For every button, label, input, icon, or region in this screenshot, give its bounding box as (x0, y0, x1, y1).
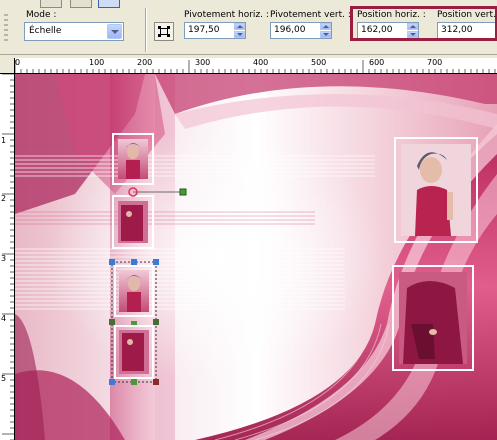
horizontal-ruler[interactable]: 0 100 200 300 400 500 600 700 (15, 58, 497, 74)
thumbnail-frame[interactable] (114, 325, 154, 379)
ruler-h-label: 600 (369, 58, 385, 67)
tool-options-palette: Mode : Échelle Pivotement horiz. : 197,5… (0, 0, 497, 55)
spin-down-icon[interactable] (320, 31, 331, 38)
ruler-h-label: 0 (15, 58, 21, 67)
spin-up-icon[interactable] (320, 23, 331, 30)
spin-down-icon[interactable] (234, 31, 245, 38)
pivot-anchor-button[interactable] (154, 22, 174, 41)
ruler-corner (0, 58, 15, 74)
ruler-v-label: 2 (1, 194, 7, 203)
photo-frame-portrait[interactable] (394, 137, 478, 243)
mode-select[interactable]: Échelle (24, 22, 124, 41)
ruler-h-label: 200 (137, 58, 153, 67)
separator (145, 8, 147, 52)
ruler-v-label: 5 (1, 374, 7, 383)
artwork (15, 74, 497, 440)
preset-button[interactable] (40, 0, 62, 8)
thumbnail-frame[interactable] (114, 265, 154, 317)
spin-up-icon[interactable] (234, 23, 245, 30)
pivot-v-input[interactable]: 196,00 (270, 22, 332, 39)
chevron-down-icon[interactable] (107, 24, 122, 39)
ruler-h-label: 500 (311, 58, 327, 67)
ruler-v-label: 1 (1, 136, 7, 145)
position-highlight-frame (350, 6, 497, 41)
pivot-h-input[interactable]: 197,50 (184, 22, 246, 39)
pivot-v-label: Pivotement vert. : (270, 10, 351, 20)
vertical-ruler[interactable]: 1 2 3 4 5 (0, 74, 15, 440)
ruler-v-label: 3 (1, 254, 7, 263)
ruler-h-label: 100 (89, 58, 105, 67)
image-canvas[interactable] (15, 74, 497, 440)
mode-select-value: Échelle (29, 26, 62, 36)
ruler-h-label: 300 (195, 58, 211, 67)
reset-button[interactable] (70, 0, 92, 8)
thumbnail-frame[interactable] (112, 195, 154, 249)
mode-label: Mode : (26, 10, 57, 20)
pivot-h-label: Pivotement horiz. : (184, 10, 269, 20)
photo-frame-figure[interactable] (392, 265, 474, 371)
pivot-h-value: 197,50 (188, 25, 220, 35)
palette-grip[interactable] (0, 0, 12, 55)
ruler-v-label: 4 (1, 314, 7, 323)
options-button[interactable] (98, 0, 120, 8)
pivot-v-value: 196,00 (274, 25, 306, 35)
ruler-h-label: 700 (427, 58, 443, 67)
ruler-h-label: 400 (253, 58, 269, 67)
thumbnail-frame[interactable] (112, 133, 154, 185)
